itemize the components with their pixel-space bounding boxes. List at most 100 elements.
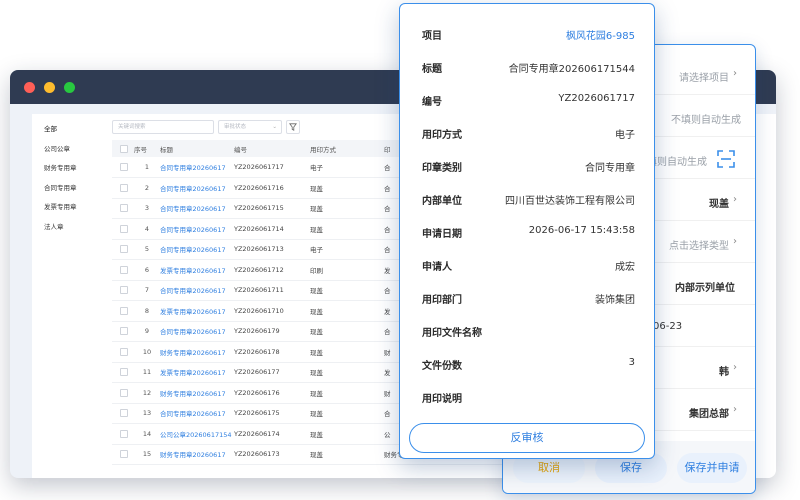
row-method: 现盖	[310, 177, 384, 199]
filter-icon	[289, 123, 297, 131]
detail-label: 标题	[422, 64, 442, 75]
header-method: 用印方式	[310, 140, 384, 157]
doc-code-auto-hint: 填则自动生成	[647, 157, 707, 168]
row-code: YZ202606177	[234, 362, 310, 383]
row-checkbox-cell	[112, 423, 134, 445]
detail-value: 合同专用章202606171544	[508, 64, 635, 75]
save-and-apply-button[interactable]: 保存并申请	[677, 453, 747, 483]
unreview-button[interactable]: 反审核	[409, 423, 645, 453]
keyword-search-input[interactable]: 关键词搜索	[112, 120, 214, 134]
row-checkbox[interactable]	[120, 450, 128, 459]
row-title-link[interactable]: 合同专用章20260617	[160, 218, 234, 240]
detail-row-date: 申请日期 2026-06-17 15:43:58	[409, 217, 645, 249]
row-method: 电子	[310, 239, 384, 260]
sidebar-item-legal-seal[interactable]: 法人章	[32, 218, 110, 238]
detail-row-file-name: 用印文件名称	[409, 316, 645, 348]
row-code: YZ202606175	[234, 403, 310, 424]
detail-row-title: 标题 合同专用章202606171544	[409, 52, 645, 84]
sidebar-item-contract-seal[interactable]: 合同专用章	[32, 179, 110, 199]
row-checkbox-cell	[112, 300, 134, 322]
row-method: 印刷	[310, 259, 384, 281]
row-checkbox[interactable]	[120, 388, 128, 397]
detail-row-copies: 文件份数 3	[409, 349, 645, 381]
row-checkbox[interactable]	[120, 429, 128, 438]
header-no: 序号	[134, 140, 160, 157]
row-code: YZ202606176	[234, 382, 310, 404]
row-checkbox[interactable]	[120, 163, 128, 171]
row-title-link[interactable]: 发票专用章20260617	[160, 259, 234, 281]
row-checkbox[interactable]	[120, 245, 128, 254]
row-title-link[interactable]: 合同专用章20260617	[160, 177, 234, 199]
row-checkbox[interactable]	[120, 368, 128, 377]
row-checkbox[interactable]	[120, 409, 128, 418]
row-method: 现盖	[310, 423, 384, 445]
detail-value: 成宏	[615, 262, 635, 273]
row-checkbox[interactable]	[120, 347, 128, 356]
row-title-link[interactable]: 合同专用章20260617	[160, 321, 234, 342]
applicant-value: 韩	[719, 367, 729, 378]
filter-button[interactable]	[286, 120, 300, 134]
row-title-link[interactable]: 合同专用章20260617	[160, 157, 234, 178]
sidebar-item-invoice-seal[interactable]: 发票专用章	[32, 198, 110, 218]
chevron-right-icon: ›	[733, 68, 737, 79]
row-title-link[interactable]: 合同专用章20260617	[160, 280, 234, 301]
row-checkbox-cell	[112, 259, 134, 281]
row-code: YZ202606174	[234, 423, 310, 445]
row-title-link[interactable]: 发票专用章20260617	[160, 300, 234, 322]
detail-value: 电子	[615, 130, 635, 141]
scan-icon[interactable]	[717, 150, 735, 168]
detail-row-department: 用印部门 装饰集团	[409, 283, 645, 315]
row-title-link[interactable]: 发票专用章20260617	[160, 362, 234, 383]
close-dot-icon[interactable]	[24, 81, 35, 93]
row-checkbox[interactable]	[120, 286, 128, 295]
row-method: 现盖	[310, 300, 384, 322]
row-title-link[interactable]: 财务专用章20260617	[160, 382, 234, 404]
row-no: 9	[134, 321, 160, 342]
row-title-link[interactable]: 合同专用章20260617	[160, 198, 234, 219]
row-checkbox[interactable]	[120, 224, 128, 233]
date-value: 06-23	[653, 321, 683, 332]
row-title-link[interactable]: 合同专用章20260617	[160, 403, 234, 424]
row-checkbox[interactable]	[120, 265, 128, 274]
sidebar-item-company-seal[interactable]: 公司公章	[32, 140, 110, 160]
row-checkbox[interactable]	[120, 183, 128, 192]
row-checkbox-cell	[112, 177, 134, 199]
row-checkbox[interactable]	[120, 306, 128, 315]
row-title-link[interactable]: 财务专用章20260617	[160, 341, 234, 363]
row-method: 现盖	[310, 280, 384, 301]
approval-status-select[interactable]: 审批状态 ⌄	[218, 120, 282, 134]
row-method: 现盖	[310, 362, 384, 383]
select-all-checkbox[interactable]	[120, 144, 128, 153]
row-no: 2	[134, 177, 160, 199]
row-checkbox-cell	[112, 362, 134, 383]
detail-row-method: 用印方式 电子	[409, 118, 645, 150]
row-code: YZ202606179	[234, 321, 310, 342]
type-select-placeholder: 点击选择类型	[669, 241, 729, 252]
sidebar-item-finance-seal[interactable]: 财务专用章	[32, 159, 110, 179]
row-checkbox-cell	[112, 341, 134, 363]
minimize-dot-icon[interactable]	[44, 81, 55, 93]
header-title: 标题	[160, 140, 234, 157]
row-code: YZ2026061712	[234, 259, 310, 281]
department-value: 集团总部	[689, 409, 729, 420]
sidebar-item-all[interactable]: 全部	[32, 120, 110, 140]
row-code: YZ2026061714	[234, 218, 310, 240]
row-checkbox[interactable]	[120, 204, 128, 213]
chevron-right-icon: ›	[733, 362, 737, 373]
detail-row-unit: 内部单位 四川百世达装饰工程有限公司	[409, 184, 645, 216]
row-no: 6	[134, 259, 160, 281]
detail-label: 用印方式	[422, 130, 462, 141]
row-title-link[interactable]: 公司公章20260617154	[160, 423, 234, 445]
detail-value: 合同专用章	[585, 163, 635, 174]
row-title-link[interactable]: 合同专用章20260617	[160, 239, 234, 260]
row-title-link[interactable]: 财务专用章20260617	[160, 444, 234, 465]
row-checkbox[interactable]	[120, 327, 128, 336]
detail-label: 项目	[422, 31, 442, 42]
seal-category-sidebar: 全部 公司公章 财务专用章 合同专用章 发票专用章 法人章	[32, 114, 110, 478]
row-code: YZ2026061713	[234, 239, 310, 260]
detail-value: 四川百世达装饰工程有限公司	[505, 196, 635, 207]
detail-row-applicant: 申请人 成宏	[409, 250, 645, 282]
detail-label: 文件份数	[422, 361, 462, 372]
detail-project-link[interactable]: 枫风花园6-985	[566, 27, 635, 42]
maximize-dot-icon[interactable]	[64, 81, 75, 93]
